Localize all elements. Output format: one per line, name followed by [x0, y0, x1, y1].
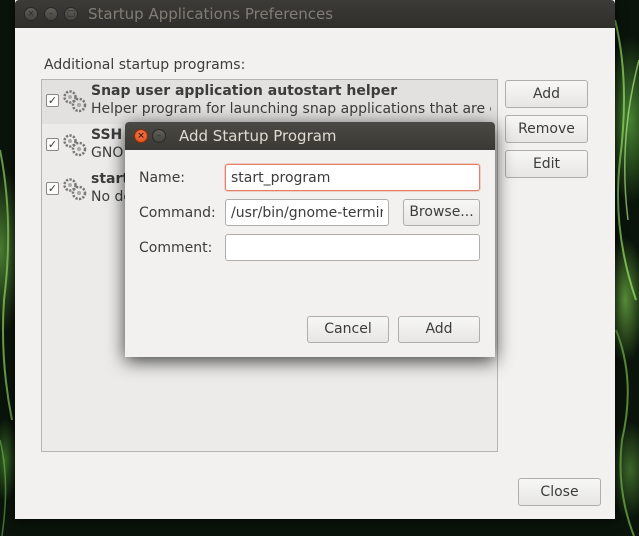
command-field[interactable]	[225, 199, 389, 226]
edit-button[interactable]: Edit	[505, 150, 588, 178]
dialog-titlebar: × – Add Startup Program	[125, 122, 495, 150]
comment-field[interactable]	[225, 234, 480, 261]
gear-icon	[63, 134, 87, 157]
close-icon[interactable]: ×	[134, 129, 148, 143]
dialog-add-button[interactable]: Add	[398, 316, 480, 343]
name-field[interactable]	[225, 164, 480, 191]
minimize-icon[interactable]: –	[44, 7, 58, 21]
command-label: Command:	[139, 205, 216, 221]
checkbox-checked-icon[interactable]: ✓	[46, 138, 59, 151]
maximize-icon[interactable]: □	[64, 7, 78, 21]
item-name: Snap user application autostart helper	[91, 83, 398, 99]
add-button[interactable]: Add	[505, 80, 588, 108]
minimize-icon[interactable]: –	[152, 129, 166, 143]
item-name: start	[91, 171, 130, 187]
window-title: Startup Applications Preferences	[88, 5, 334, 23]
close-button[interactable]: Close	[518, 478, 601, 506]
add-startup-program-dialog: × – Add Startup Program Name: Command: B…	[125, 122, 495, 357]
main-titlebar: × – □ Startup Applications Preferences	[15, 0, 615, 28]
cancel-button[interactable]: Cancel	[307, 316, 389, 343]
item-name: SSH	[91, 127, 123, 143]
checkbox-checked-icon[interactable]: ✓	[46, 94, 59, 107]
remove-button[interactable]: Remove	[505, 115, 588, 143]
name-label: Name:	[139, 170, 186, 186]
checkbox-checked-icon[interactable]: ✓	[46, 182, 59, 195]
dialog-title: Add Startup Program	[179, 127, 337, 145]
browse-button[interactable]: Browse...	[403, 199, 480, 226]
item-description: Helper program for launching snap applic…	[91, 101, 491, 117]
section-label: Additional startup programs:	[44, 57, 246, 73]
close-icon[interactable]: ×	[24, 7, 38, 21]
comment-label: Comment:	[139, 240, 213, 256]
list-item-snap-helper[interactable]: ✓ Snap user application autostart helper…	[42, 80, 497, 124]
gear-icon	[63, 90, 87, 113]
gear-icon	[63, 178, 87, 201]
